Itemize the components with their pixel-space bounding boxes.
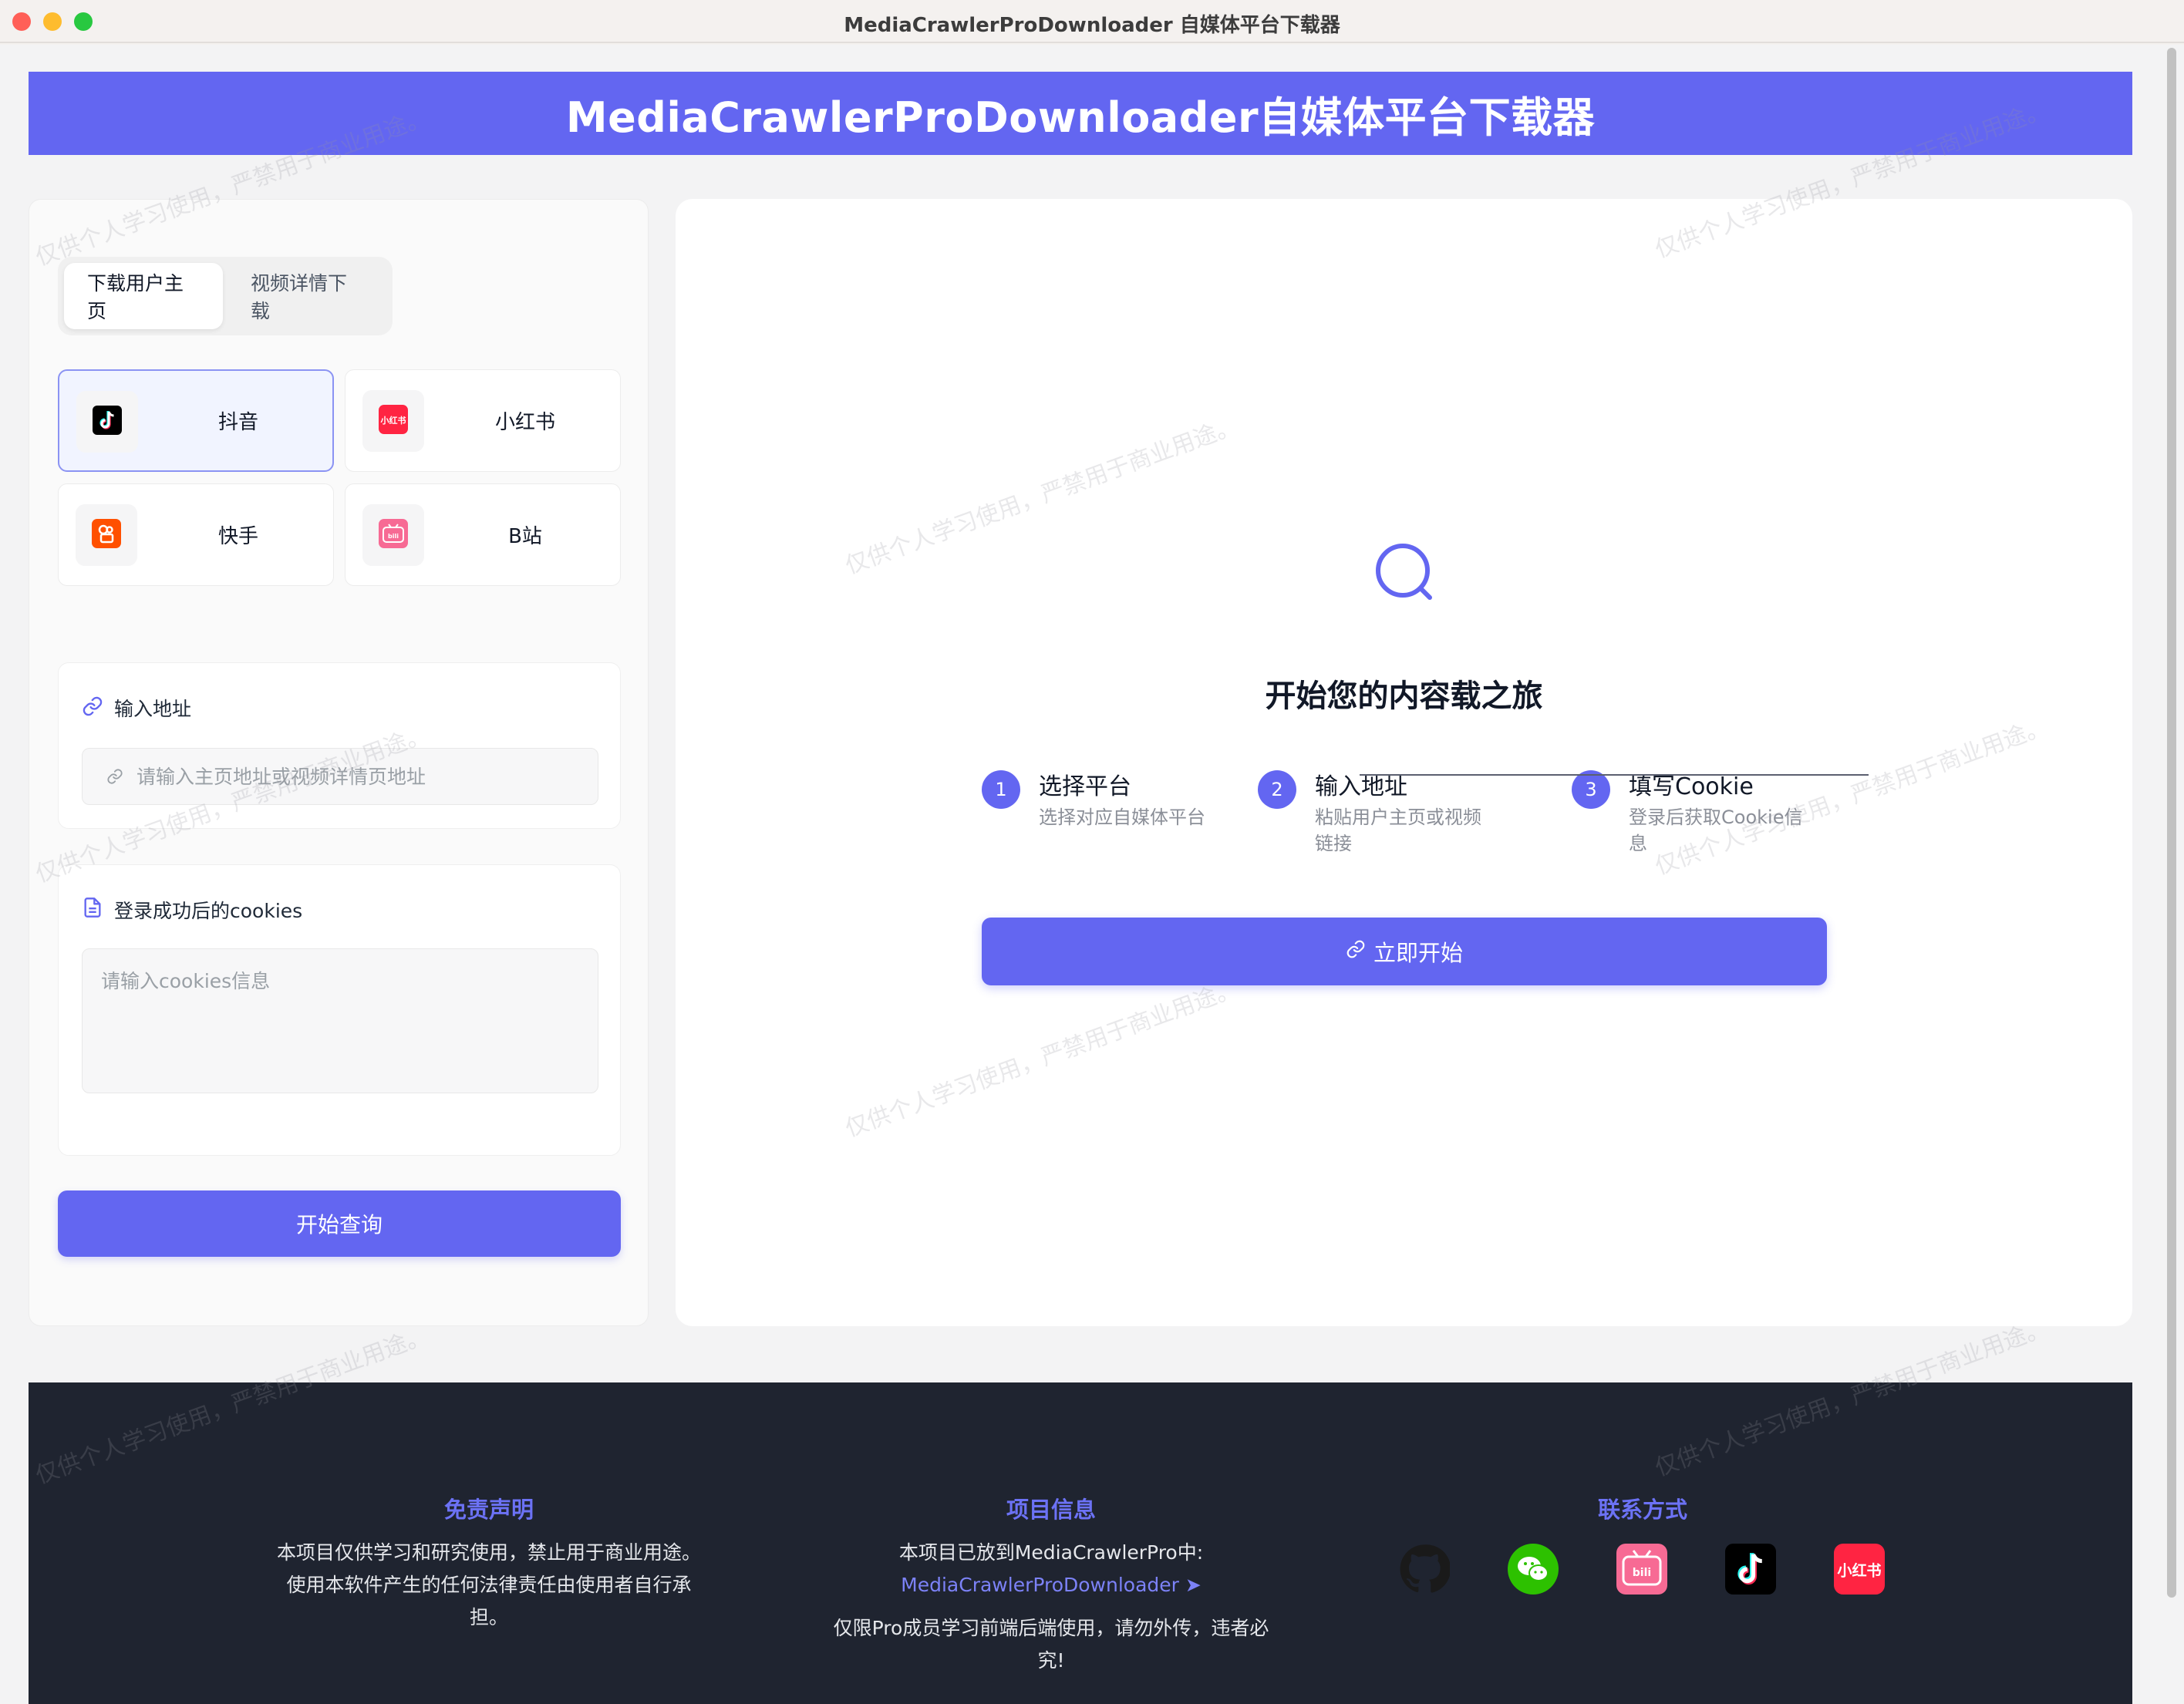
url-input[interactable]	[82, 748, 598, 805]
app-title: MediaCrawlerProDownloader自媒体平台下载器	[565, 93, 1596, 142]
kuaishou-icon	[92, 519, 121, 551]
header-banner: MediaCrawlerProDownloader自媒体平台下载器	[29, 72, 2132, 155]
platform-icon-wrap: bili	[362, 504, 424, 566]
bilibili-icon: bili	[379, 519, 408, 551]
xiaohongshu-icon: 小红书	[379, 405, 408, 437]
platform-icon-wrap	[76, 391, 138, 453]
platform-icon-wrap	[76, 504, 137, 566]
disclaimer-line: 本项目仅供学习和研究使用，禁止用于商业用途。	[276, 1541, 701, 1564]
douyin-link[interactable]	[1724, 1544, 1778, 1598]
contact-divider	[1360, 774, 1869, 776]
project-link-text[interactable]: MediaCrawlerProDownloader	[901, 1574, 1179, 1596]
disclaimer-heading: 免责声明	[443, 1497, 534, 1523]
step-3: 3 填写Cookie 登录后获取Cookie信息	[1572, 764, 1803, 864]
disclaimer-text: 本项目仅供学习和研究使用，禁止用于商业用途。 使用本软件产生的任何法律责任由使用…	[258, 1537, 720, 1634]
url-card-title: 输入地址	[114, 698, 192, 720]
svg-text:小红书: 小红书	[1837, 1562, 1881, 1580]
platform-kuaishou[interactable]: 快手	[58, 483, 334, 586]
platform-bilibili[interactable]: bili B站	[345, 483, 621, 586]
start-now-label: 立即开始	[1373, 940, 1463, 966]
svg-text:小红书: 小红书	[380, 415, 406, 426]
xiaohongshu-link[interactable]: 小红书	[1832, 1544, 1886, 1598]
start-query-button[interactable]: 开始查询	[58, 1190, 621, 1257]
github-icon	[1399, 1544, 1451, 1598]
search-icon	[1372, 540, 1437, 608]
send-icon: ➤	[1178, 1574, 1202, 1596]
cookie-card-title: 登录成功后的cookies	[114, 900, 303, 922]
step-title: 输入地址	[1315, 773, 1407, 800]
tab-video-detail[interactable]: 视频详情下载	[228, 263, 386, 329]
platform-label: B站	[508, 525, 542, 548]
step-number: 1	[982, 770, 1020, 809]
tab-user-homepage[interactable]: 下载用户主页	[64, 263, 223, 329]
vertical-scrollbar[interactable]	[2159, 45, 2184, 1704]
input-panel: 下载用户主页 视频详情下载 抖音 小红书 小红书 快手 bili B站 输入地址…	[29, 199, 649, 1326]
cookie-card: 登录成功后的cookies	[58, 864, 621, 1156]
project-heading: 项目信息	[1006, 1497, 1097, 1523]
step-description: 登录后获取Cookie信息	[1629, 807, 1803, 854]
step-number: 2	[1258, 770, 1296, 809]
link-icon	[106, 768, 123, 788]
url-card: 输入地址	[58, 662, 621, 829]
step-title: 填写Cookie	[1629, 773, 1754, 800]
project-note-line: 究!	[1037, 1649, 1065, 1672]
wechat-icon	[1508, 1544, 1559, 1598]
document-icon	[82, 896, 103, 922]
result-panel: 开始您的内容载之旅 1 选择平台 选择对应自媒体平台 2 输入地址 粘贴用户主页…	[676, 199, 2132, 1326]
disclaimer-line: 使用本软件产生的任何法律责任由使用者自行承	[286, 1574, 692, 1596]
douyin-icon	[93, 406, 122, 438]
disclaimer-line: 担。	[469, 1606, 508, 1628]
project-text: 本项目已放到MediaCrawlerPro中: MediaCrawlerProD…	[804, 1537, 1298, 1677]
bilibili-link[interactable]: bili	[1615, 1544, 1669, 1598]
window-title: MediaCrawlerProDownloader 自媒体平台下载器	[844, 14, 1340, 37]
link-icon	[1346, 938, 1366, 965]
app-content: MediaCrawlerProDownloader自媒体平台下载器 下载用户主页…	[0, 45, 2159, 1704]
step-description: 粘贴用户主页或视频链接	[1315, 807, 1481, 854]
step-2: 2 输入地址 粘贴用户主页或视频链接	[1258, 764, 1489, 864]
cookie-input[interactable]	[82, 948, 598, 1093]
platform-label: 快手	[217, 525, 258, 548]
wechat-link[interactable]	[1506, 1544, 1560, 1598]
project-note-line: 仅限Pro成员学习前端后端使用，请勿外传，违者必	[833, 1617, 1269, 1639]
github-link[interactable]	[1397, 1544, 1451, 1598]
step-title: 选择平台	[1039, 773, 1131, 800]
step-number: 3	[1572, 770, 1610, 809]
project-link[interactable]: MediaCrawlerProDownloader ➤	[804, 1569, 1298, 1601]
platform-label: 抖音	[217, 411, 258, 434]
project-line: 本项目已放到MediaCrawlerPro中:	[898, 1541, 1204, 1564]
platform-label: 小红书	[494, 411, 555, 434]
platform-douyin[interactable]: 抖音	[58, 369, 334, 472]
mode-tabs: 下载用户主页 视频详情下载	[58, 257, 393, 335]
xiaohongshu-icon: 小红书	[1834, 1544, 1885, 1598]
svg-text:bili: bili	[1633, 1567, 1651, 1579]
window-titlebar: MediaCrawlerProDownloader 自媒体平台下载器	[0, 0, 2184, 43]
empty-state-heading: 开始您的内容载之旅	[1265, 679, 1543, 714]
footer: 免责声明 本项目仅供学习和研究使用，禁止用于商业用途。 使用本软件产生的任何法律…	[29, 1382, 2132, 1704]
link-icon	[82, 695, 103, 720]
platform-xiaohongshu[interactable]: 小红书 小红书	[345, 369, 621, 472]
contact-heading: 联系方式	[1597, 1497, 1688, 1523]
douyin-icon	[1725, 1544, 1776, 1598]
bilibili-icon: bili	[1616, 1544, 1667, 1598]
platform-icon-wrap: 小红书	[362, 390, 424, 452]
scrollbar-thumb[interactable]	[2167, 48, 2176, 1598]
svg-text:bili: bili	[388, 533, 399, 540]
step-1: 1 选择平台 选择对应自媒体平台	[982, 764, 1213, 864]
start-now-button[interactable]: 立即开始	[982, 918, 1827, 985]
step-description: 选择对应自媒体平台	[1039, 807, 1205, 828]
